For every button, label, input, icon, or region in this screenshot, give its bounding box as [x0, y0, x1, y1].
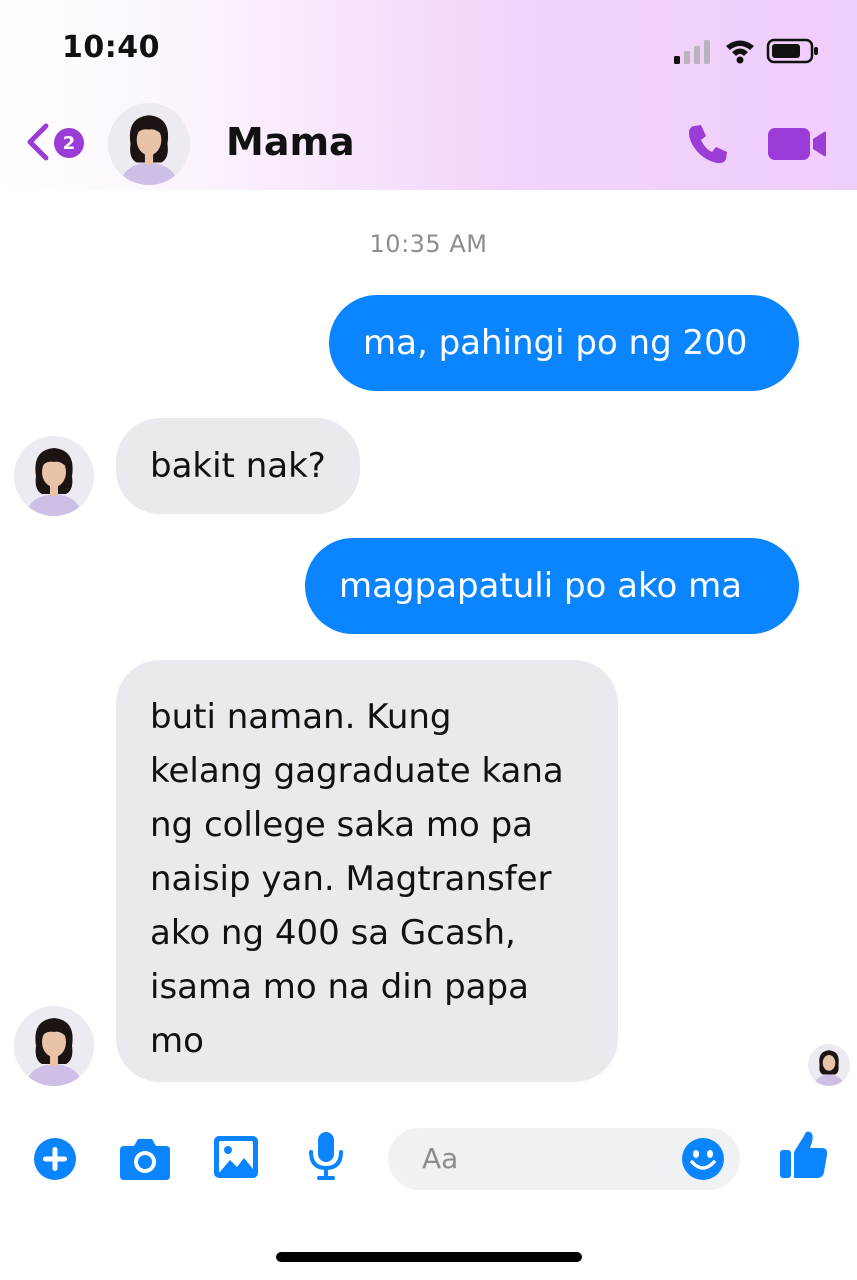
read-receipt-avatar [808, 1044, 850, 1086]
back-chevron-icon [27, 123, 49, 161]
avatar-image [14, 1006, 94, 1086]
wifi-icon [726, 40, 754, 64]
message-line: naisip yan. Magtransfer [150, 859, 552, 899]
microphone-icon[interactable] [306, 1130, 346, 1182]
unread-badge: 2 [54, 128, 84, 158]
video-camera-icon[interactable] [766, 124, 828, 164]
message-line: buti naman. Kung [150, 697, 452, 737]
message-text: bakit nak? [150, 446, 326, 486]
message-line: ng college saka mo pa [150, 805, 533, 845]
message-timestamp: 10:35 AM [369, 230, 488, 258]
plus-icon[interactable] [32, 1136, 78, 1182]
image-icon[interactable] [212, 1134, 260, 1180]
message-text: ma, pahingi po ng 200 [363, 323, 748, 363]
message-line: kelang gagraduate kana [150, 751, 564, 791]
avatar-image [14, 436, 94, 516]
sender-avatar[interactable] [14, 436, 94, 516]
avatar-image [808, 1044, 850, 1086]
emoji-icon[interactable] [680, 1136, 726, 1182]
sender-avatar[interactable] [14, 1006, 94, 1086]
home-indicator [276, 1252, 582, 1262]
avatar-image [108, 103, 190, 185]
message-bubble-incoming[interactable]: bakit nak? [116, 418, 360, 514]
phone-icon[interactable] [684, 120, 732, 168]
message-bubble-outgoing[interactable]: ma, pahingi po ng 200 [329, 295, 799, 391]
message-line: isama mo na din papa [150, 967, 529, 1007]
message-input-placeholder: Aa [422, 1142, 459, 1175]
message-line: mo [150, 1021, 204, 1061]
conversation-header: 10:40 2 Mama [0, 0, 857, 190]
signal-icon [674, 40, 710, 64]
message-bubble-outgoing[interactable]: magpapatuli po ako ma [305, 538, 799, 634]
back-button[interactable]: 2 [24, 118, 104, 168]
contact-avatar[interactable] [108, 103, 190, 185]
battery-icon [766, 38, 818, 64]
status-time: 10:40 [62, 30, 160, 65]
camera-icon[interactable] [118, 1134, 172, 1182]
message-input[interactable]: Aa [388, 1128, 740, 1190]
thumbs-up-icon[interactable] [778, 1128, 830, 1182]
contact-name[interactable]: Mama [226, 120, 355, 164]
status-icons [674, 38, 818, 64]
message-text: magpapatuli po ako ma [339, 566, 743, 606]
message-line: ako ng 400 sa Gcash, [150, 913, 516, 953]
message-bubble-incoming[interactable]: buti naman. Kung kelang gagraduate kana … [116, 660, 618, 1082]
